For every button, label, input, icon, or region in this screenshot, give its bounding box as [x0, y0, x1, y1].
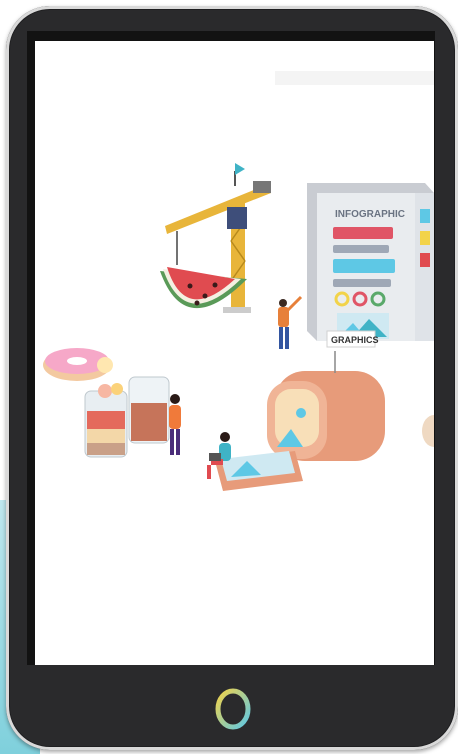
backdrop-strip [275, 71, 434, 85]
partial-object [422, 415, 434, 447]
screen-display: INFOGRAPHIC GRAPHICS [35, 41, 434, 665]
jars-illustration [84, 376, 170, 458]
infographic-billboard: INFOGRAPHIC [307, 183, 434, 341]
circle-home-icon [215, 688, 251, 730]
device-screen: INFOGRAPHIC GRAPHICS [27, 31, 435, 665]
man-figure [278, 295, 303, 349]
bread-illustration: GRAPHICS [215, 330, 385, 491]
donut-illustration [43, 348, 113, 381]
woman-figure [169, 394, 181, 455]
infographic-illustration: INFOGRAPHIC GRAPHICS [43, 71, 434, 491]
home-button[interactable] [211, 687, 255, 731]
graphics-sign: GRAPHICS [331, 335, 379, 345]
billboard-title: INFOGRAPHIC [335, 209, 405, 220]
